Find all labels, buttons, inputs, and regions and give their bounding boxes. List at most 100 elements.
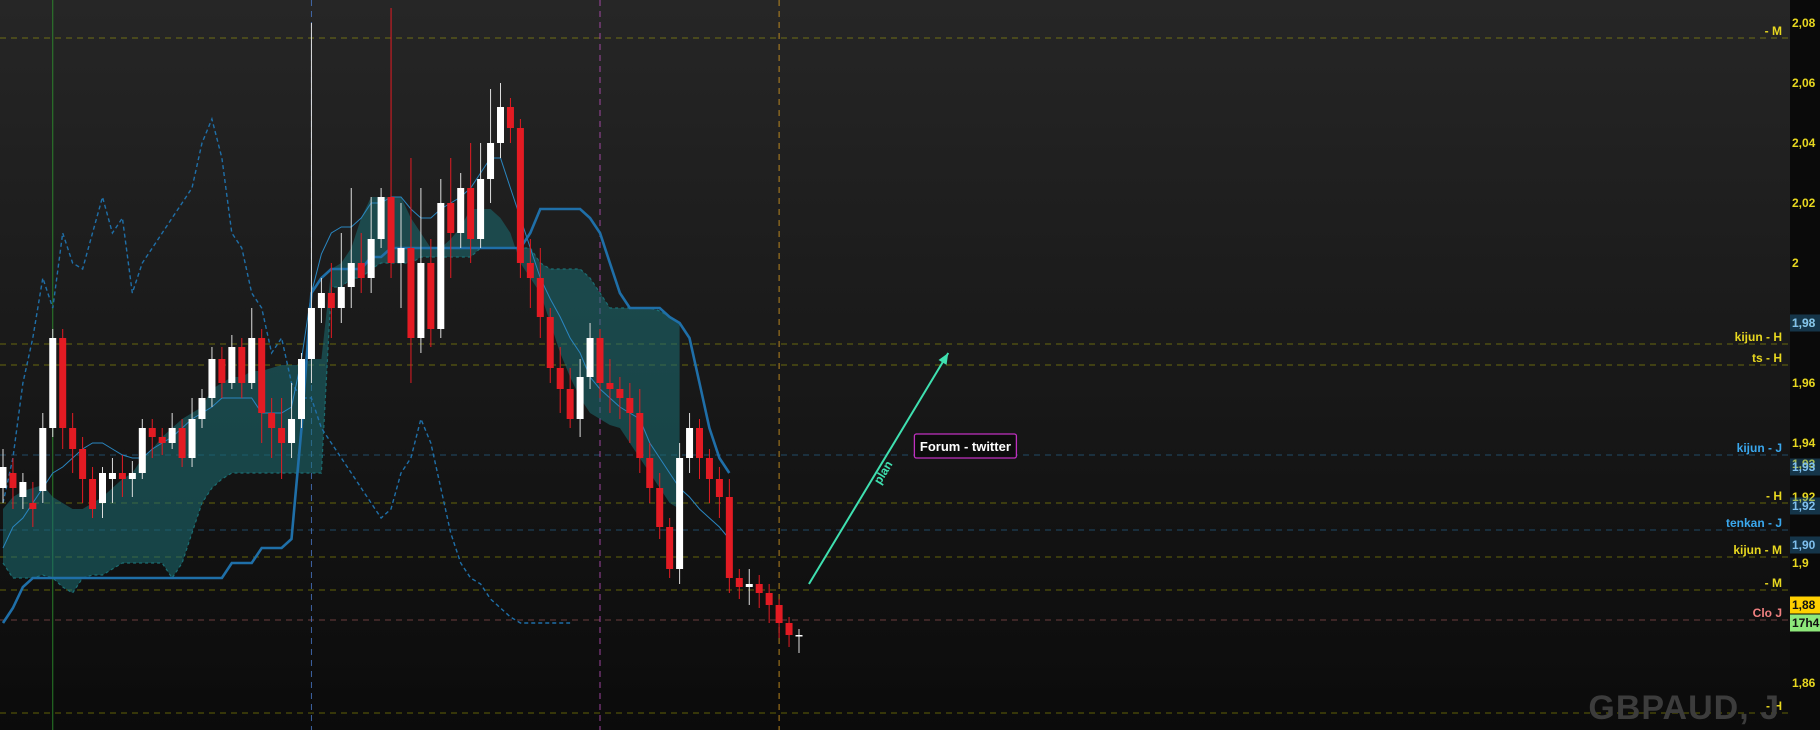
candle-48 [477, 143, 485, 248]
candle-body-23 [228, 347, 236, 383]
candle-52 [516, 119, 524, 278]
candle-body-78 [775, 605, 783, 623]
candle-4 [39, 413, 47, 503]
price-tag-label-1: 1,93 [1792, 460, 1816, 474]
y-tick-7: 1,94 [1792, 436, 1816, 450]
y-tick-6: 1,96 [1792, 376, 1816, 390]
candle-body-42 [417, 263, 425, 338]
candle-body-4 [39, 428, 47, 491]
candle-body-26 [258, 338, 266, 413]
level-label-7: - M [1765, 576, 1782, 590]
candle-body-13 [128, 473, 136, 479]
candle-70 [696, 419, 703, 479]
candle-body-11 [108, 473, 116, 479]
y-tick-12: 1,86 [1792, 676, 1816, 690]
candle-49 [487, 89, 495, 203]
candle-body-3 [29, 503, 37, 509]
candle-body-43 [427, 263, 435, 329]
annotations: plan Forum - twitter [808, 352, 1018, 585]
level-label-2: ts - H [1752, 351, 1782, 365]
candle-71 [705, 449, 713, 503]
candle-body-76 [755, 584, 763, 593]
candle-74 [735, 569, 743, 599]
chart-area[interactable]: plan Forum - twitter - M kijun - H ts - H ki… [0, 0, 1820, 730]
candle-body-56 [556, 368, 564, 389]
candle-41 [407, 158, 415, 383]
price-tag-label-5: 17h4 [1792, 616, 1820, 630]
candle-body-61 [606, 383, 614, 389]
candle-body-54 [536, 278, 544, 317]
candle-5 [49, 329, 57, 437]
candle-23 [228, 335, 236, 389]
candle-body-66 [656, 488, 664, 527]
candle-0 [0, 449, 7, 503]
candle-body-63 [626, 398, 634, 413]
candle-body-75 [745, 584, 753, 587]
y-tick-4: 2 [1792, 256, 1799, 270]
candle-body-21 [208, 359, 216, 398]
candle-body-7 [69, 428, 77, 449]
y-tick-10: 1,9 [1792, 556, 1809, 570]
price-tag-4: 1,88 [1790, 596, 1820, 614]
candle-6 [59, 329, 67, 449]
candle-body-5 [49, 338, 57, 428]
candle-body-9 [89, 479, 97, 509]
candle-body-57 [566, 389, 574, 419]
candle-body-16 [158, 437, 166, 443]
candle-body-48 [477, 179, 485, 239]
level-label-0: - M [1765, 24, 1782, 38]
candle-7 [69, 413, 77, 473]
candle-body-49 [487, 143, 495, 179]
candle-body-30 [298, 359, 305, 419]
candle-body-29 [288, 419, 296, 443]
candle-78 [775, 599, 783, 638]
candle-32 [317, 278, 325, 323]
candle-50 [497, 83, 504, 158]
candle-body-1 [9, 473, 17, 488]
price-tag-label-2: 1,92 [1792, 499, 1816, 513]
candle-39 [387, 8, 395, 278]
candle-body-14 [138, 428, 146, 473]
candle-body-69 [686, 428, 694, 458]
price-axis[interactable]: 2,08 2,06 2,04 2,02 2 1,98 1,96 1,94 1,93 1,92 1,9… [1790, 0, 1820, 730]
candle-body-35 [347, 263, 355, 287]
plan-arrow-head [938, 353, 949, 365]
candle-body-44 [437, 203, 445, 329]
candle-31 [307, 23, 315, 383]
candle-80 [795, 629, 803, 653]
candle-body-79 [785, 623, 793, 635]
candle-body-36 [357, 263, 365, 278]
candle-body-53 [526, 263, 534, 278]
price-tag-label-4: 1,88 [1792, 598, 1816, 612]
candle-75 [745, 569, 753, 605]
y-tick-3: 2,02 [1792, 196, 1816, 210]
candle-body-12 [118, 473, 126, 479]
candle-body-70 [696, 428, 703, 458]
candle-body-80 [795, 635, 803, 637]
price-tag-3: 1,90 [1790, 536, 1820, 554]
price-tag-5: 17h4 [1790, 614, 1820, 632]
candle-body-65 [646, 458, 654, 488]
candle-76 [755, 575, 763, 608]
candle-19 [188, 398, 196, 467]
level-label-4: - H [1766, 489, 1782, 503]
candle-21 [208, 347, 216, 407]
candle-body-45 [447, 203, 455, 233]
candle-body-2 [19, 482, 27, 497]
level-label-8: Clo J [1753, 606, 1782, 620]
candle-body-19 [188, 419, 196, 458]
candle-body-73 [725, 497, 733, 578]
candle-body-51 [506, 107, 514, 128]
gbpaud-candlestick-chart[interactable]: plan Forum - twitter - M kijun - H ts - H ki… [0, 0, 1820, 730]
level-label-5: tenkan - J [1726, 516, 1782, 530]
candle-body-68 [676, 458, 684, 569]
candle-14 [138, 419, 146, 479]
candle-body-60 [596, 338, 604, 383]
candle-body-6 [59, 338, 67, 428]
candle-body-74 [735, 578, 743, 587]
candle-body-31 [307, 308, 315, 359]
y-tick-1: 2,06 [1792, 76, 1816, 90]
candle-38 [377, 188, 385, 248]
candle-body-22 [218, 359, 226, 383]
price-tag-label-0: 1,98 [1792, 316, 1816, 330]
